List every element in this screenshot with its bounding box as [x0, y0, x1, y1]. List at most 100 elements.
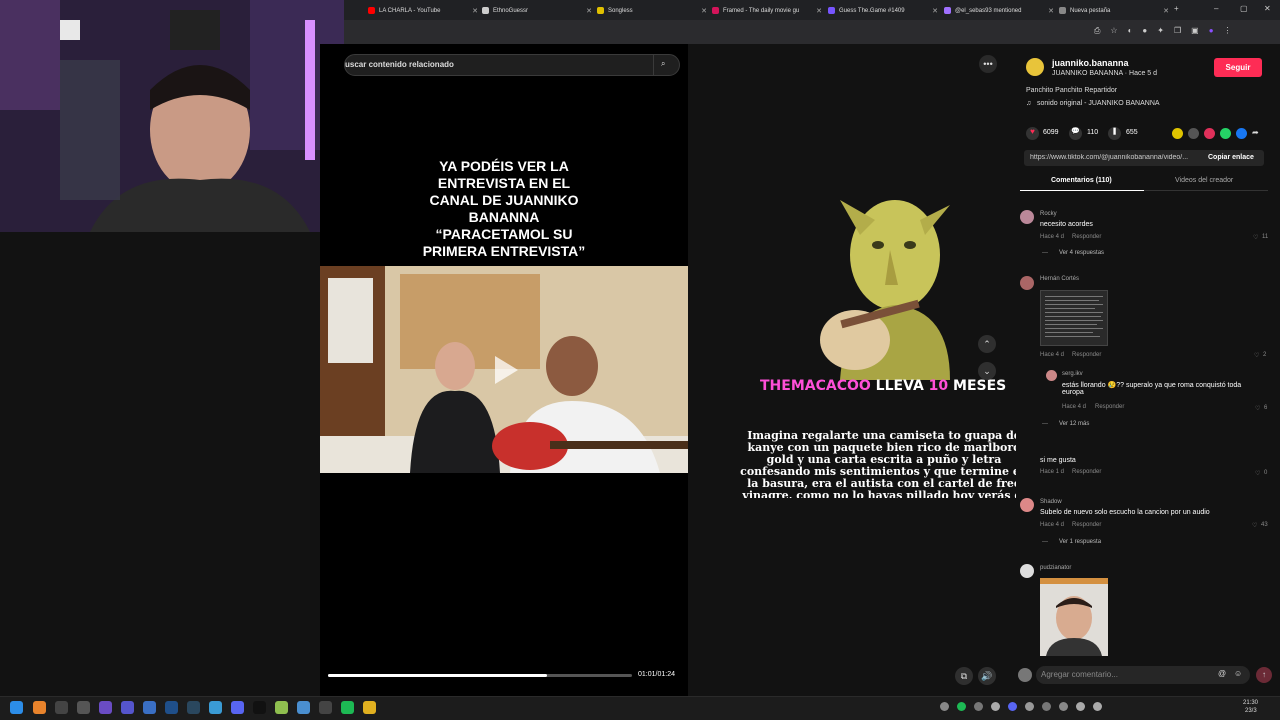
- video-url[interactable]: https://www.tiktok.com/@juannikobananna/…: [1030, 154, 1200, 161]
- app-icon[interactable]: [55, 701, 68, 714]
- emoji-share-icon[interactable]: [1172, 128, 1183, 139]
- extension-icon[interactable]: ●: [1142, 26, 1147, 38]
- comment-icon[interactable]: 💬: [1069, 127, 1082, 140]
- comment-like-icon[interactable]: ♡: [1255, 470, 1260, 477]
- clock-time[interactable]: 21:30: [1243, 700, 1258, 706]
- author-username[interactable]: juanniko.bananna: [1052, 58, 1129, 68]
- pip-icon[interactable]: ⧉: [955, 667, 973, 685]
- comment-author[interactable]: Rocky: [1040, 211, 1057, 217]
- spotify-icon[interactable]: [341, 701, 354, 714]
- windows-start-icon[interactable]: [10, 701, 23, 714]
- tray-icon[interactable]: [940, 702, 949, 711]
- close-icon[interactable]: ✕: [1048, 7, 1054, 15]
- tray-icon[interactable]: [1025, 702, 1034, 711]
- comment-author[interactable]: Shadow: [1040, 499, 1062, 505]
- close-icon[interactable]: ✕: [1163, 7, 1169, 15]
- comment-like-icon[interactable]: ♡: [1252, 522, 1257, 529]
- share-arrow-icon[interactable]: ➦: [1252, 128, 1259, 137]
- puzzle-icon[interactable]: ✦: [1157, 26, 1164, 38]
- tab-ethnoguessr[interactable]: EthnoGuessr ✕: [482, 3, 592, 18]
- whatsapp-icon[interactable]: [1220, 128, 1231, 139]
- reply-button[interactable]: Responder: [1072, 352, 1101, 358]
- volume-icon[interactable]: [1093, 702, 1102, 711]
- tab-creator-videos[interactable]: Videos del creador: [1175, 177, 1233, 184]
- volume-icon[interactable]: 🔊: [978, 667, 996, 685]
- bookmark-icon[interactable]: ❚: [1108, 127, 1121, 140]
- comment-like-icon[interactable]: ♡: [1255, 405, 1260, 412]
- chrome-icon[interactable]: [363, 701, 376, 714]
- reply-button[interactable]: Responder: [1072, 234, 1101, 240]
- app-icon[interactable]: [99, 701, 112, 714]
- tray-icon[interactable]: [974, 702, 983, 711]
- obs-icon[interactable]: [319, 701, 332, 714]
- app-icon[interactable]: [121, 701, 134, 714]
- minimize-button[interactable]: –: [1214, 4, 1218, 13]
- search-icon[interactable]: [33, 701, 46, 714]
- close-icon[interactable]: ✕: [701, 7, 707, 15]
- tray-icon[interactable]: [1008, 702, 1017, 711]
- tray-icon[interactable]: [957, 702, 966, 711]
- app-icon[interactable]: [143, 701, 156, 714]
- more-options-icon[interactable]: •••: [979, 55, 997, 73]
- search-input[interactable]: uscar contenido relacionado: [345, 60, 454, 69]
- comment-like-icon[interactable]: ♡: [1253, 234, 1258, 241]
- tab-new[interactable]: Nueva pestaña ✕: [1059, 3, 1169, 18]
- app-icon[interactable]: [275, 701, 288, 714]
- close-icon[interactable]: ✕: [816, 7, 822, 15]
- embed-icon[interactable]: [1188, 128, 1199, 139]
- heart-icon[interactable]: ♥: [1026, 127, 1039, 140]
- comment-image[interactable]: [1040, 578, 1108, 656]
- bookmark-icon[interactable]: ❒: [1174, 26, 1181, 38]
- tray-icon[interactable]: [991, 702, 1000, 711]
- mention-icon[interactable]: @: [1218, 669, 1226, 678]
- video-thumbnail[interactable]: [320, 266, 688, 473]
- send-icon[interactable]: [1204, 128, 1215, 139]
- wifi-icon[interactable]: [1076, 702, 1085, 711]
- discord-icon[interactable]: [231, 701, 244, 714]
- close-icon[interactable]: ✕: [586, 7, 592, 15]
- chevron-up-icon[interactable]: ⌃: [978, 335, 996, 353]
- tray-icon[interactable]: [1042, 702, 1051, 711]
- app-icon[interactable]: [297, 701, 310, 714]
- search-bar[interactable]: uscar contenido relacionado ⌕: [344, 54, 680, 76]
- view-more-replies[interactable]: Ver 12 más: [1059, 421, 1089, 427]
- comment-input[interactable]: Agregar comentario... @ ☺: [1036, 666, 1250, 684]
- comment-author[interactable]: Hernán Cortés: [1040, 276, 1079, 282]
- comment-image[interactable]: [1040, 290, 1108, 346]
- emoji-icon[interactable]: ☺: [1234, 669, 1242, 678]
- view-replies[interactable]: Ver 4 respuestas: [1059, 250, 1104, 256]
- reply-button[interactable]: Responder: [1095, 404, 1124, 410]
- steam-icon[interactable]: [187, 701, 200, 714]
- app-icon[interactable]: [165, 701, 178, 714]
- facebook-icon[interactable]: [1236, 128, 1247, 139]
- tab-songless[interactable]: Songless ✕: [597, 3, 707, 18]
- copy-link-button[interactable]: Copiar enlace: [1208, 154, 1254, 161]
- tab-youtube[interactable]: LA CHARLA - YouTube ✕: [368, 3, 478, 18]
- app-icon[interactable]: [209, 701, 222, 714]
- maximize-button[interactable]: ▢: [1240, 4, 1248, 13]
- tiktok-icon[interactable]: [253, 701, 266, 714]
- sync-icon[interactable]: ▣: [1191, 26, 1199, 38]
- star-icon[interactable]: ☆: [1110, 26, 1117, 38]
- tab-mention[interactable]: @el_sebas93 mentioned ✕: [944, 3, 1054, 18]
- app-icon[interactable]: [77, 701, 90, 714]
- new-tab-button[interactable]: +: [1174, 4, 1179, 13]
- sound-name[interactable]: sonido original - JUANNIKO BANANNA: [1037, 100, 1160, 107]
- close-window-button[interactable]: ✕: [1264, 4, 1271, 13]
- extension-icon[interactable]: ◐: [1128, 26, 1133, 38]
- clock-date[interactable]: 23/3: [1245, 708, 1257, 714]
- reply-button[interactable]: Responder: [1072, 469, 1101, 475]
- install-icon[interactable]: ⎙: [1094, 26, 1100, 38]
- view-replies[interactable]: Ver 1 respuesta: [1059, 539, 1101, 545]
- tab-framed[interactable]: Framed - The daily movie gu ✕: [712, 3, 822, 18]
- follow-button[interactable]: Seguir: [1214, 58, 1262, 77]
- profile-icon[interactable]: ●: [1209, 26, 1214, 38]
- author-avatar[interactable]: [1026, 58, 1044, 76]
- menu-icon[interactable]: ⋮: [1224, 26, 1232, 38]
- close-icon[interactable]: ✕: [932, 7, 938, 15]
- reply-button[interactable]: Responder: [1072, 522, 1101, 528]
- search-icon[interactable]: ⌕: [661, 59, 665, 69]
- close-icon[interactable]: ✕: [472, 7, 478, 15]
- chevron-down-icon[interactable]: ⌄: [978, 362, 996, 380]
- comment-author[interactable]: pudzianator: [1040, 565, 1071, 571]
